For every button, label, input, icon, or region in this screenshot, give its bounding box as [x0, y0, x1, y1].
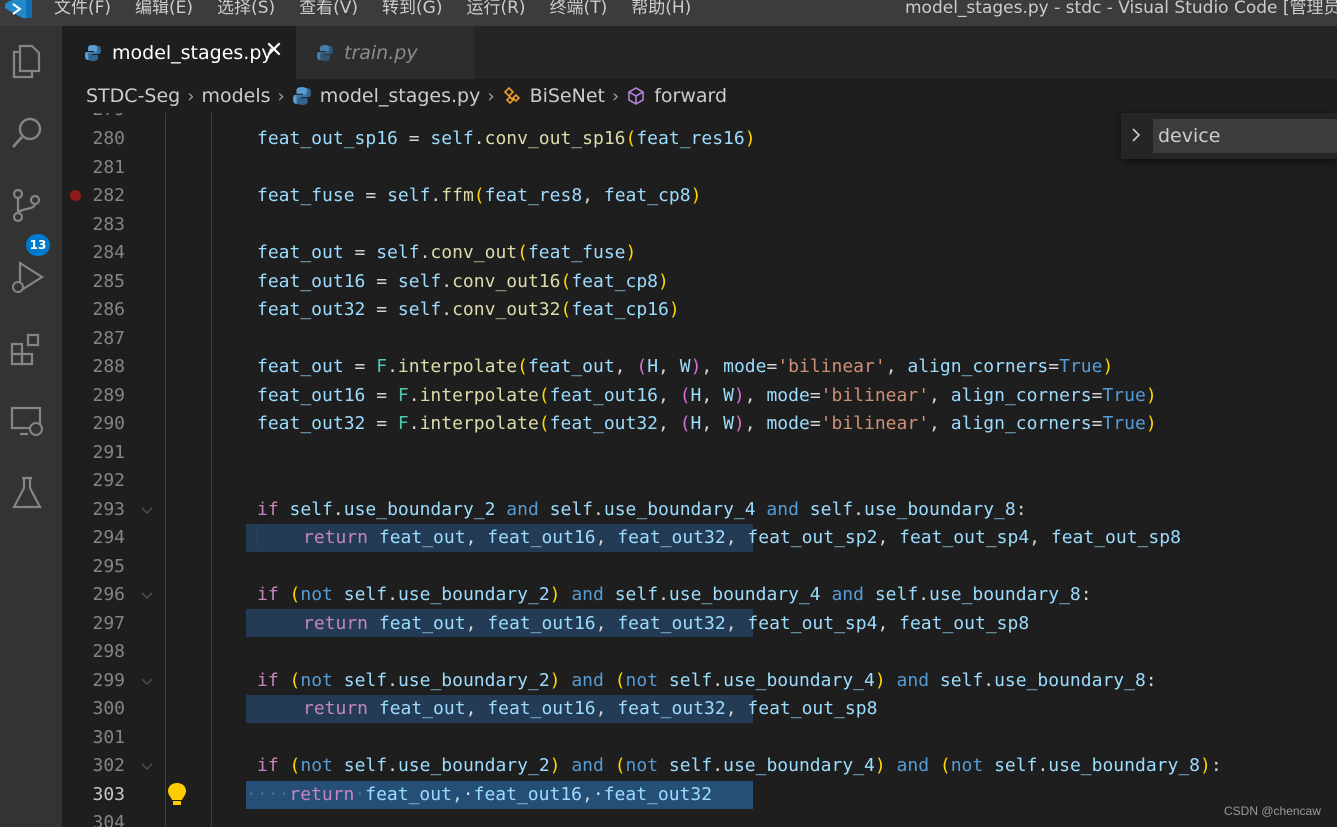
chevron-down-icon[interactable] — [140, 504, 154, 518]
editor-gutter: 279 280 281 282 283 284 285 286 287 288 … — [62, 113, 162, 827]
line-number: 290 — [92, 413, 125, 434]
run-debug-icon[interactable] — [6, 256, 48, 298]
code-line: feat_out = F.interpolate(feat_out, (H, W… — [257, 356, 1114, 377]
chevron-down-icon[interactable] — [140, 589, 154, 603]
line-number: 288 — [92, 356, 125, 377]
code-line: feat_out_sp16 = self.conv_out_sp16(feat_… — [257, 128, 756, 149]
line-number: 304 — [92, 812, 125, 827]
class-symbol-icon — [503, 86, 520, 105]
line-number: 299 — [92, 670, 125, 691]
tab-train[interactable]: train.py — [296, 26, 474, 79]
line-number: 296 — [92, 584, 125, 605]
code-line: feat_out32 = self.conv_out32(feat_cp16) — [257, 299, 680, 320]
code-line: feat_fuse = self.ffm(feat_res8, feat_cp8… — [257, 185, 702, 206]
watermark-text: CSDN @chencaw — [1224, 804, 1321, 818]
chevron-down-icon[interactable] — [140, 760, 154, 774]
scm-count-badge: 13 — [26, 234, 50, 256]
line-number: 289 — [92, 385, 125, 406]
code-line-selected: ····return·feat_out,·feat_out16,·feat_ou… — [246, 784, 713, 805]
code-line: if (not self.use_boundary_2) and self.us… — [257, 584, 1092, 605]
menu-bar: 文件(F) 编辑(E) 选择(S) 查看(V) 转到(G) 运行(R) 终端(T… — [54, 0, 715, 18]
code-line: feat_out32 = F.interpolate(feat_out32, (… — [257, 413, 1157, 434]
menu-terminal[interactable]: 终端(T) — [550, 0, 608, 18]
title-bar: 文件(F) 编辑(E) 选择(S) 查看(V) 转到(G) 运行(R) 终端(T… — [0, 0, 1337, 26]
indent-guide — [211, 113, 212, 827]
chevron-down-icon[interactable] — [140, 675, 154, 689]
breadcrumb-method[interactable]: forward — [654, 85, 727, 107]
tab-model-stages[interactable]: model_stages.py ✕ — [62, 26, 296, 79]
extensions-icon[interactable] — [6, 328, 48, 370]
remote-explorer-icon[interactable] — [6, 400, 48, 442]
chevron-right-icon[interactable] — [1129, 125, 1143, 145]
line-number: 292 — [92, 470, 125, 491]
code-line: return feat_out, feat_out16, feat_out32,… — [303, 613, 1030, 634]
python-file-icon — [317, 44, 333, 61]
menu-run[interactable]: 运行(R) — [466, 0, 525, 18]
code-line: if (not self.use_boundary_2) and (not se… — [257, 670, 1157, 691]
line-number: 291 — [92, 442, 125, 463]
menu-help[interactable]: 帮助(H) — [631, 0, 691, 18]
breadcrumb-folder-stdc-seg[interactable]: STDC-Seg — [86, 85, 180, 107]
line-number: 283 — [92, 214, 125, 235]
line-number: 285 — [92, 271, 125, 292]
breadcrumb-folder-models[interactable]: models — [201, 85, 270, 107]
line-number: 282 — [92, 185, 125, 206]
chevron-right-icon: › — [277, 85, 285, 107]
code-editor[interactable]: 279 280 281 282 283 284 285 286 287 288 … — [62, 113, 1337, 827]
line-number: 293 — [92, 499, 125, 520]
line-number: 281 — [92, 157, 125, 178]
method-symbol-icon — [628, 87, 644, 105]
chevron-right-icon: › — [187, 85, 195, 107]
code-line: if (not self.use_boundary_2) and (not se… — [257, 755, 1222, 776]
code-line: if self.use_boundary_2 and self.use_boun… — [257, 499, 1027, 520]
line-number: 302 — [92, 755, 125, 776]
line-number: 286 — [92, 299, 125, 320]
menu-view[interactable]: 查看(V) — [299, 0, 358, 18]
tab-label: train.py — [344, 41, 418, 64]
line-number: 287 — [92, 328, 125, 349]
code-area[interactable]: feat_out_sp16 = self.conv_out_sp16(feat_… — [165, 113, 1337, 827]
breadcrumb-file[interactable]: model_stages.py — [320, 85, 481, 107]
code-line: feat_out16 = self.conv_out16(feat_cp8) — [257, 271, 669, 292]
find-widget — [1121, 113, 1337, 159]
indent-guide — [165, 113, 166, 827]
testing-icon[interactable] — [6, 472, 48, 514]
menu-file[interactable]: 文件(F) — [54, 0, 111, 18]
line-number: 294 — [92, 527, 125, 548]
line-number: 300 — [92, 698, 125, 719]
chevron-right-icon: › — [487, 85, 495, 107]
breadcrumb: STDC-Seg › models › model_stages.py › Bi… — [62, 79, 1337, 113]
chevron-right-icon: › — [611, 85, 620, 107]
code-line: return feat_out, feat_out16, feat_out32,… — [303, 698, 878, 719]
python-file-icon — [85, 44, 101, 61]
find-input[interactable] — [1153, 119, 1337, 153]
activity-bar: 13 — [0, 26, 62, 827]
vscode-logo-icon[interactable] — [4, 0, 34, 18]
line-number: 284 — [92, 242, 125, 263]
python-file-icon — [292, 87, 311, 105]
tab-label: model_stages.py — [112, 41, 273, 64]
line-number-current: 303 — [92, 784, 125, 805]
line-number: 295 — [92, 556, 125, 577]
code-line: feat_out16 = F.interpolate(feat_out16, (… — [257, 385, 1157, 406]
breadcrumb-class[interactable]: BiSeNet — [530, 85, 605, 107]
menu-selection[interactable]: 选择(S) — [217, 0, 275, 18]
explorer-icon[interactable] — [6, 40, 48, 82]
menu-edit[interactable]: 编辑(E) — [135, 0, 193, 18]
line-number: 280 — [92, 128, 125, 149]
code-line: return feat_out, feat_out16, feat_out32,… — [303, 527, 1181, 548]
close-icon[interactable]: ✕ — [262, 39, 286, 63]
code-line: feat_out = self.conv_out(feat_fuse) — [257, 242, 637, 263]
tab-bar: model_stages.py ✕ train.py — [62, 26, 1337, 79]
menu-go[interactable]: 转到(G) — [382, 0, 442, 18]
line-number: 297 — [92, 613, 125, 634]
window-title: model_stages.py - stdc - Visual Studio C… — [905, 0, 1337, 18]
search-icon[interactable] — [6, 112, 48, 154]
source-control-icon[interactable] — [6, 184, 48, 226]
line-number: 298 — [92, 641, 125, 662]
line-number: 279 — [62, 113, 125, 120]
line-number: 301 — [92, 727, 125, 748]
